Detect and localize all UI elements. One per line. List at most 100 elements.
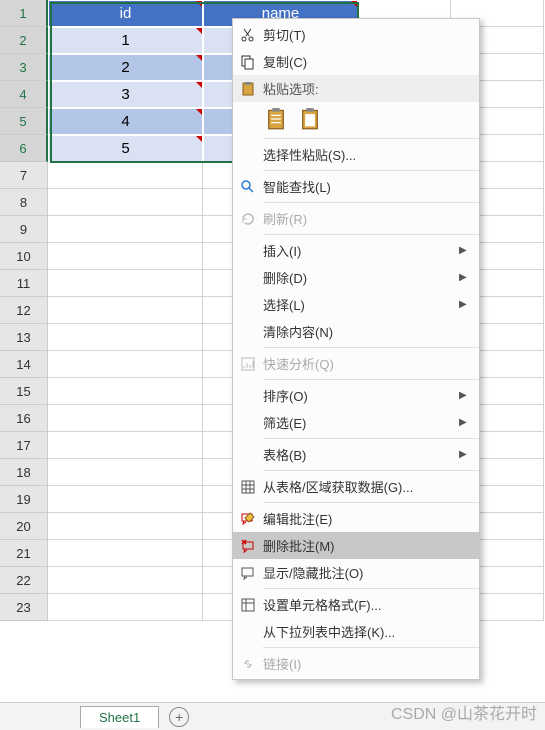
cell[interactable] [48,351,203,378]
menu-dropdown-pick[interactable]: 从下拉列表中选择(K)... [233,618,479,645]
submenu-arrow-icon: ▶ [459,449,471,460]
menu-get-data[interactable]: 从表格/区域获取数据(G)... [233,473,479,500]
menu-format-cells[interactable]: 设置单元格格式(F)... [233,591,479,618]
cell[interactable] [48,405,203,432]
menu-edit-comment[interactable]: 编辑批注(E) [233,505,479,532]
menu-quick-analysis: 快速分析(Q) [233,350,479,377]
menu-filter[interactable]: 筛选(E)▶ [233,409,479,436]
comment-indicator [351,1,357,7]
cell[interactable] [48,162,203,189]
row-header-14[interactable]: 14 [0,351,48,378]
submenu-arrow-icon: ▶ [459,299,471,310]
menu-sort[interactable]: 排序(O)▶ [233,382,479,409]
row-header-6[interactable]: 6 [0,135,48,162]
cell[interactable] [48,189,203,216]
menu-copy[interactable]: 复制(C) [233,48,479,75]
copy-icon [240,54,256,70]
comment-indicator [196,55,202,61]
submenu-arrow-icon: ▶ [459,390,471,401]
menu-separator [263,234,479,235]
menu-separator [263,347,479,348]
menu-separator [263,502,479,503]
submenu-arrow-icon: ▶ [459,272,471,283]
menu-insert[interactable]: 插入(I)▶ [233,237,479,264]
row-header-20[interactable]: 20 [0,513,48,540]
edit-comment-icon [240,511,256,527]
row-header-4[interactable]: 4 [0,81,48,108]
comment-indicator [196,28,202,34]
sheet-tab-sheet1[interactable]: Sheet1 [80,706,159,728]
row-header-19[interactable]: 19 [0,486,48,513]
menu-show-hide-comment[interactable]: 显示/隐藏批注(O) [233,559,479,586]
menu-separator [263,470,479,471]
cell[interactable] [48,378,203,405]
paste-button[interactable] [263,106,289,132]
menu-select[interactable]: 选择(L)▶ [233,291,479,318]
row-header-8[interactable]: 8 [0,189,48,216]
cell[interactable] [48,459,203,486]
data-cell[interactable]: 5 [48,135,203,162]
row-header-23[interactable]: 23 [0,594,48,621]
menu-smart-lookup[interactable]: 智能查找(L) [233,173,479,200]
comment-indicator [196,109,202,115]
menu-clear[interactable]: 清除内容(N) [233,318,479,345]
paste-options-row [233,102,479,136]
row-header-1[interactable]: 1 [0,0,48,27]
data-cell[interactable]: 4 [48,108,203,135]
cut-icon [240,27,256,43]
add-sheet-button[interactable]: + [169,707,189,727]
menu-separator [263,647,479,648]
cell[interactable] [48,567,203,594]
cell[interactable] [48,594,203,621]
data-cell[interactable]: 2 [48,54,203,81]
menu-separator [263,379,479,380]
format-cells-icon [240,597,256,613]
menu-link: 链接(I) [233,650,479,677]
delete-comment-icon [240,538,256,554]
row-header-2[interactable]: 2 [0,27,48,54]
menu-separator [263,588,479,589]
paste-values-button[interactable] [297,106,323,132]
cell[interactable] [48,270,203,297]
row-header-5[interactable]: 5 [0,108,48,135]
menu-table[interactable]: 表格(B)▶ [233,441,479,468]
cell[interactable] [48,243,203,270]
comment-indicator [196,1,202,7]
header-cell-id[interactable]: id [48,0,203,27]
cell[interactable] [48,324,203,351]
cell[interactable] [48,432,203,459]
menu-cut[interactable]: 剪切(T) [233,21,479,48]
row-header-9[interactable]: 9 [0,216,48,243]
menu-separator [263,438,479,439]
row-header-13[interactable]: 13 [0,324,48,351]
row-header-7[interactable]: 7 [0,162,48,189]
row-header-21[interactable]: 21 [0,540,48,567]
row-header-17[interactable]: 17 [0,432,48,459]
data-cell[interactable]: 1 [48,27,203,54]
link-icon [240,656,256,672]
search-icon [240,179,256,195]
cell[interactable] [48,216,203,243]
row-header-18[interactable]: 18 [0,459,48,486]
row-header-12[interactable]: 12 [0,297,48,324]
context-menu: 剪切(T) 复制(C) 粘贴选项: 选择性粘贴(S)... 智能查找(L) 刷新… [232,18,480,680]
row-header-15[interactable]: 15 [0,378,48,405]
cell[interactable] [48,297,203,324]
row-header-16[interactable]: 16 [0,405,48,432]
cell[interactable] [48,540,203,567]
cell[interactable] [48,486,203,513]
submenu-arrow-icon: ▶ [459,245,471,256]
comment-indicator [196,136,202,142]
row-header-11[interactable]: 11 [0,270,48,297]
menu-delete-comment[interactable]: 删除批注(M) [233,532,479,559]
table-data-icon [240,479,256,495]
cell[interactable] [48,513,203,540]
row-header-22[interactable]: 22 [0,567,48,594]
row-header-3[interactable]: 3 [0,54,48,81]
quick-analysis-icon [240,356,256,372]
menu-delete[interactable]: 删除(D)▶ [233,264,479,291]
paste-icon [266,108,286,130]
menu-paste-special[interactable]: 选择性粘贴(S)... [233,141,479,168]
data-cell[interactable]: 3 [48,81,203,108]
row-header-10[interactable]: 10 [0,243,48,270]
